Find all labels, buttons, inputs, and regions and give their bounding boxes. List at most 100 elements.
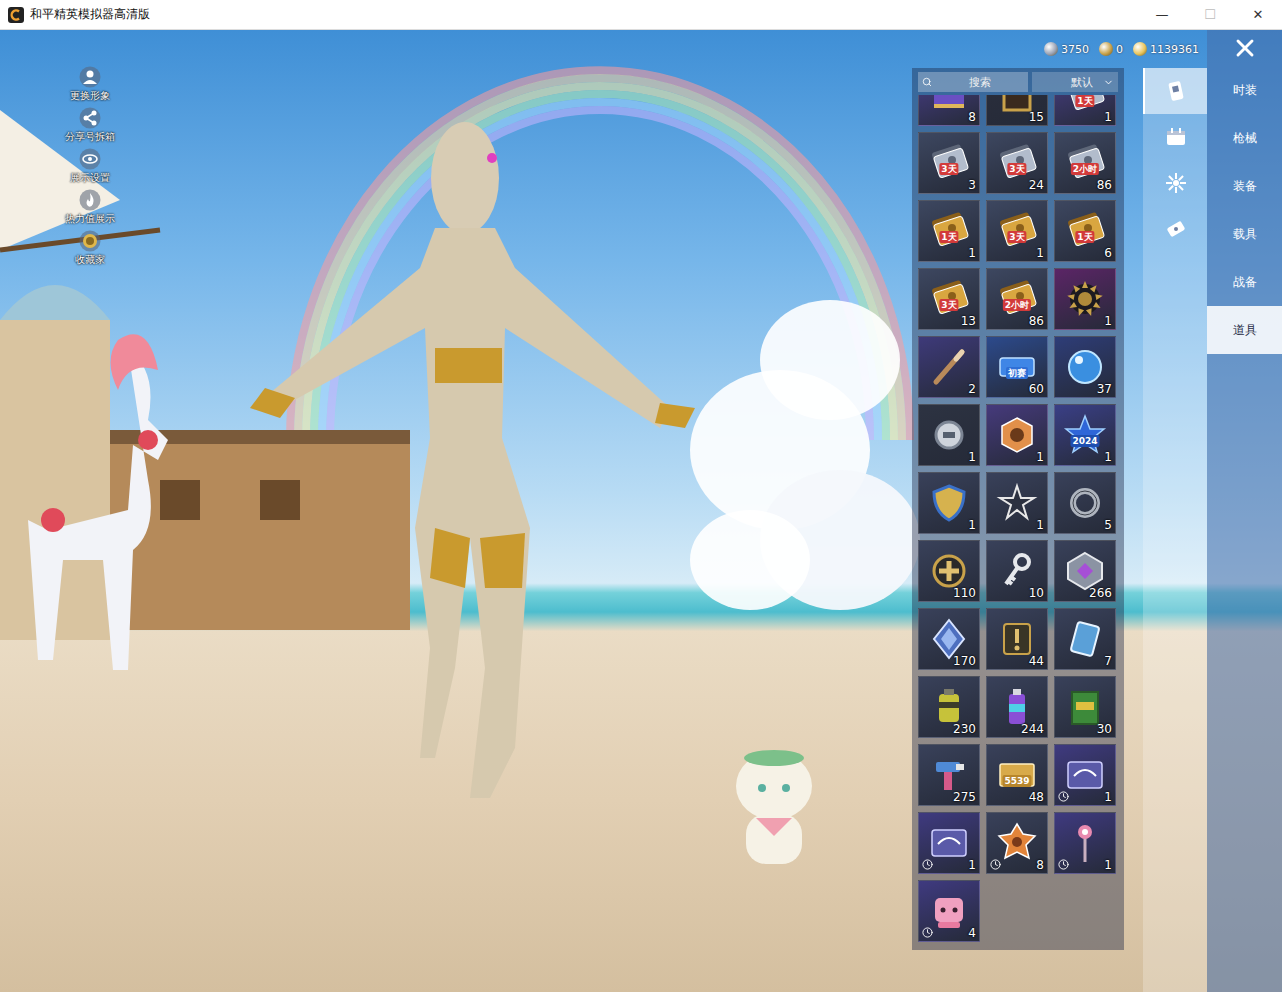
item-count: 30 xyxy=(1097,722,1112,736)
item-count: 1 xyxy=(1036,246,1044,260)
item-tile[interactable]: 1 xyxy=(1054,744,1116,806)
item-count: 1 xyxy=(968,450,976,464)
chip-icon xyxy=(926,820,972,866)
nav-item[interactable]: 载具 xyxy=(1207,210,1282,258)
inventory-area: 375001139361搜索默认8151天13天33天242小时861天13天1… xyxy=(905,30,1207,992)
currency-coin-icon xyxy=(1099,42,1113,56)
item-tile[interactable]: 15 xyxy=(986,95,1048,126)
nav-item[interactable]: 战备 xyxy=(1207,258,1282,306)
item-count: 1 xyxy=(1104,790,1112,804)
plush-pet-icon xyxy=(716,736,832,886)
window-control-button[interactable]: ✕ xyxy=(1234,0,1282,30)
item-tile[interactable]: 2024 1 xyxy=(1054,404,1116,466)
window-control-button[interactable]: — xyxy=(1138,0,1186,30)
fire-icon xyxy=(79,189,101,211)
side-menu-label: 收藏家 xyxy=(75,253,105,267)
item-tile[interactable]: 1 xyxy=(918,404,980,466)
item-tile[interactable]: 10 xyxy=(986,540,1048,602)
item-grid: 8151天13天33天242小时861天13天11天63天132小时8612初赛… xyxy=(918,95,1118,942)
item-tile[interactable]: 1 xyxy=(986,472,1048,534)
currency: 1139361 xyxy=(1133,42,1199,56)
sort-dropdown[interactable]: 默认 xyxy=(1032,72,1118,92)
item-tag: 1天 xyxy=(1075,231,1094,243)
side-menu-label: 热力值展示 xyxy=(65,212,115,226)
main-nav: 时装枪械装备载具战备道具 xyxy=(1207,30,1282,992)
item-tag: 1天 xyxy=(1075,95,1094,107)
nav-item[interactable]: 枪械 xyxy=(1207,114,1282,162)
item-tile[interactable]: 230 xyxy=(918,676,980,738)
item-tile[interactable]: 1天 1 xyxy=(918,200,980,262)
item-tag: 1天 xyxy=(939,231,958,243)
nav-item[interactable]: 装备 xyxy=(1207,162,1282,210)
category-tab[interactable] xyxy=(1143,206,1207,252)
item-tile[interactable]: 1天1 xyxy=(1054,95,1116,126)
item-tile[interactable]: 8 xyxy=(918,95,980,126)
nav-item[interactable]: 道具 xyxy=(1207,306,1282,354)
item-tile[interactable]: 244 xyxy=(986,676,1048,738)
app-logo-icon xyxy=(8,7,24,23)
nav-item[interactable]: 时装 xyxy=(1207,66,1282,114)
item-tile[interactable]: 5 xyxy=(1054,472,1116,534)
chip-icon xyxy=(1062,752,1108,798)
item-tile[interactable]: 1 xyxy=(1054,268,1116,330)
item-count: 266 xyxy=(1089,586,1112,600)
item-tile[interactable]: 3天24 xyxy=(986,132,1048,194)
item-count: 275 xyxy=(953,790,976,804)
item-tile[interactable]: 1 xyxy=(918,812,980,874)
item-count: 1 xyxy=(1104,450,1112,464)
item-tile[interactable]: 170 xyxy=(918,608,980,670)
item-tile[interactable]: 3天3 xyxy=(918,132,980,194)
starbadge-icon xyxy=(994,480,1040,526)
item-tile[interactable]: 2 xyxy=(918,336,980,398)
mummy-character-icon xyxy=(240,108,720,838)
item-count: 1 xyxy=(968,246,976,260)
item-tile[interactable]: 3天13 xyxy=(918,268,980,330)
item-tile[interactable]: 553948 xyxy=(986,744,1048,806)
category-tab[interactable] xyxy=(1143,114,1207,160)
item-tile[interactable]: 初赛60 xyxy=(986,336,1048,398)
item-count: 1 xyxy=(968,858,976,872)
item-count: 1 xyxy=(1104,858,1112,872)
category-tab[interactable] xyxy=(1143,68,1207,114)
item-count: 5 xyxy=(1104,518,1112,532)
clock-icon xyxy=(990,859,1001,870)
item-tile[interactable]: 4 xyxy=(918,880,980,942)
item-tile[interactable]: 30 xyxy=(1054,676,1116,738)
item-tile[interactable]: 37 xyxy=(1054,336,1116,398)
calendar-icon xyxy=(1164,125,1188,149)
item-tile[interactable]: 266 xyxy=(1054,540,1116,602)
item-tag: 2024 xyxy=(1070,435,1099,447)
category-tab[interactable] xyxy=(1143,160,1207,206)
item-tile[interactable]: 1 xyxy=(986,404,1048,466)
item-tile[interactable]: 44 xyxy=(986,608,1048,670)
item-count: 37 xyxy=(1097,382,1112,396)
side-menu-label: 分享号拆箱 xyxy=(65,130,115,144)
close-button[interactable] xyxy=(1207,30,1282,66)
currency: 0 xyxy=(1099,42,1123,56)
search-field[interactable]: 搜索 xyxy=(918,72,1028,92)
item-tile[interactable]: 3天1 xyxy=(986,200,1048,262)
chevron-down-icon xyxy=(1103,77,1114,88)
item-tile[interactable]: 1 xyxy=(918,472,980,534)
side-menu-item[interactable]: 更换形象 xyxy=(58,66,122,103)
item-tag: 初赛 xyxy=(1006,367,1028,379)
side-menu-item[interactable]: 分享号拆箱 xyxy=(58,107,122,144)
item-tile[interactable]: 2小时86 xyxy=(986,268,1048,330)
item-tile[interactable]: 275 xyxy=(918,744,980,806)
inventory-body: 搜索默认8151天13天33天242小时861天13天11天63天132小时86… xyxy=(905,68,1207,992)
side-menu-item[interactable]: 收藏家 xyxy=(58,230,122,267)
side-menu-label: 更换形象 xyxy=(70,89,110,103)
side-menu-item[interactable]: 热力值展示 xyxy=(58,189,122,226)
doll-icon xyxy=(926,888,972,934)
item-tile[interactable]: 1天6 xyxy=(1054,200,1116,262)
item-tile[interactable]: 2小时86 xyxy=(1054,132,1116,194)
item-tile[interactable]: 110 xyxy=(918,540,980,602)
item-tile[interactable]: 7 xyxy=(1054,608,1116,670)
item-panel: 搜索默认8151天13天33天242小时861天13天11天63天132小时86… xyxy=(912,68,1124,950)
item-count: 1 xyxy=(968,518,976,532)
item-tile[interactable]: 1 xyxy=(1054,812,1116,874)
item-tile[interactable]: 8 xyxy=(986,812,1048,874)
side-menu-item[interactable]: 展示设置 xyxy=(58,148,122,185)
currency-coin-icon xyxy=(1133,42,1147,56)
timer-mark xyxy=(990,859,1001,870)
